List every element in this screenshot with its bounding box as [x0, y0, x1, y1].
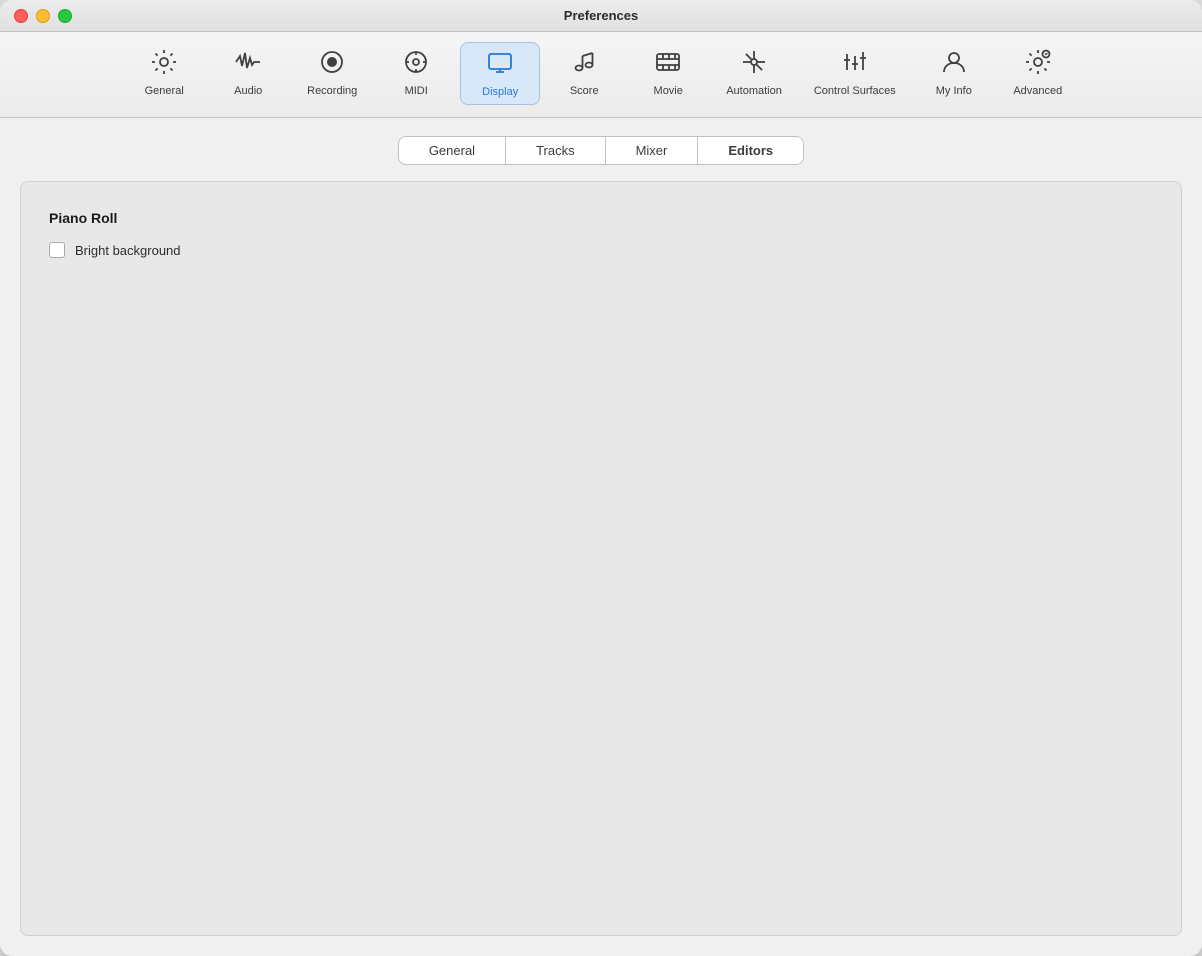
toolbar-label-audio: Audio: [234, 85, 262, 97]
toolbar-label-recording: Recording: [307, 85, 357, 97]
toolbar-label-advanced: Advanced: [1013, 85, 1062, 97]
close-button[interactable]: [14, 9, 28, 23]
toolbar: General Audio Recording: [0, 32, 1202, 118]
toolbar-item-movie[interactable]: Movie: [628, 42, 708, 105]
subtab-tracks[interactable]: Tracks: [506, 137, 606, 164]
toolbar-label-movie: Movie: [654, 85, 683, 97]
control-surfaces-icon: [841, 48, 869, 80]
score-icon: [570, 48, 598, 80]
toolbar-label-display: Display: [482, 86, 518, 98]
toolbar-item-audio[interactable]: Audio: [208, 42, 288, 105]
automation-icon: [740, 48, 768, 80]
my-info-icon: [940, 48, 968, 80]
subtab-editors[interactable]: Editors: [698, 137, 803, 164]
display-icon: [486, 49, 514, 81]
toolbar-label-my-info: My Info: [936, 85, 972, 97]
preferences-window: Preferences General Audio: [0, 0, 1202, 956]
toolbar-label-automation: Automation: [726, 85, 782, 97]
toolbar-item-control-surfaces[interactable]: Control Surfaces: [800, 42, 910, 105]
piano-roll-section-title: Piano Roll: [49, 210, 1153, 226]
subtab-mixer[interactable]: Mixer: [606, 137, 699, 164]
recording-icon: [318, 48, 346, 80]
audio-icon: [234, 48, 262, 80]
toolbar-item-score[interactable]: Score: [544, 42, 624, 105]
toolbar-label-score: Score: [570, 85, 599, 97]
midi-icon: [402, 48, 430, 80]
toolbar-label-midi: MIDI: [405, 85, 428, 97]
content-area: Piano Roll Bright background: [20, 181, 1182, 936]
bright-background-row: Bright background: [49, 242, 1153, 258]
subtab-general[interactable]: General: [399, 137, 506, 164]
bright-background-label: Bright background: [75, 243, 181, 258]
title-bar: Preferences: [0, 0, 1202, 32]
toolbar-item-my-info[interactable]: My Info: [914, 42, 994, 105]
gear-icon: [150, 48, 178, 80]
minimize-button[interactable]: [36, 9, 50, 23]
toolbar-item-midi[interactable]: MIDI: [376, 42, 456, 105]
toolbar-item-display[interactable]: Display: [460, 42, 540, 105]
toolbar-item-automation[interactable]: Automation: [712, 42, 796, 105]
subtab-bar: General Tracks Mixer Editors: [0, 118, 1202, 181]
movie-icon: [654, 48, 682, 80]
toolbar-item-advanced[interactable]: Advanced: [998, 42, 1078, 105]
bright-background-checkbox[interactable]: [49, 242, 65, 258]
maximize-button[interactable]: [58, 9, 72, 23]
window-title: Preferences: [564, 8, 638, 23]
toolbar-item-general[interactable]: General: [124, 42, 204, 105]
toolbar-label-control-surfaces: Control Surfaces: [814, 85, 896, 97]
toolbar-item-recording[interactable]: Recording: [292, 42, 372, 105]
traffic-lights: [14, 9, 72, 23]
toolbar-label-general: General: [145, 85, 184, 97]
subtab-group: General Tracks Mixer Editors: [398, 136, 804, 165]
advanced-icon: [1024, 48, 1052, 80]
